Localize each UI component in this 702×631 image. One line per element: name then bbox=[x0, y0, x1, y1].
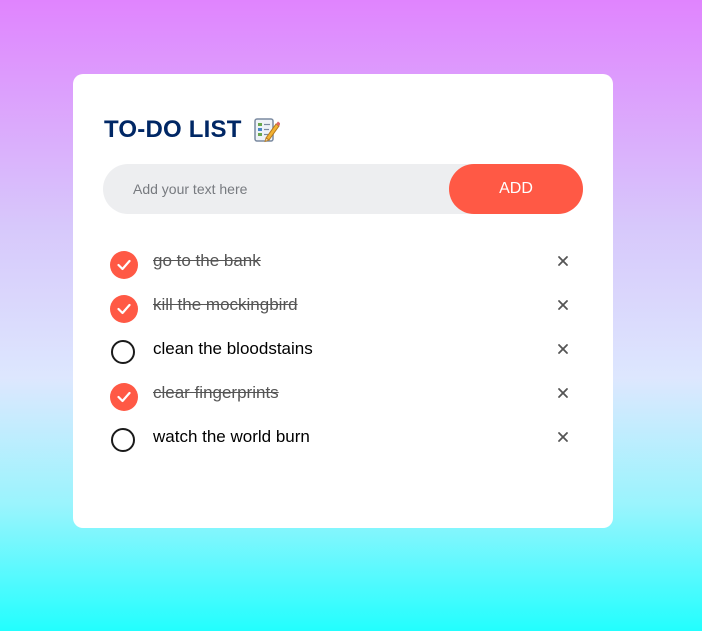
check-circle-icon[interactable] bbox=[110, 383, 138, 411]
task-input[interactable] bbox=[103, 164, 449, 214]
check-circle-icon[interactable] bbox=[110, 295, 138, 323]
task-label[interactable]: clear fingerprints bbox=[153, 383, 279, 403]
close-icon[interactable] bbox=[557, 387, 569, 399]
close-icon[interactable] bbox=[557, 431, 569, 443]
header: TO-DO LIST bbox=[104, 114, 281, 146]
task-item[interactable]: clean the bloodstains bbox=[110, 332, 580, 376]
check-circle-icon[interactable] bbox=[110, 251, 138, 279]
task-label[interactable]: clean the bloodstains bbox=[153, 339, 313, 359]
memo-pencil-icon bbox=[252, 116, 281, 144]
add-task-row: ADD bbox=[103, 164, 583, 214]
empty-circle-icon[interactable] bbox=[111, 428, 135, 452]
task-label[interactable]: watch the world burn bbox=[153, 427, 310, 447]
task-item[interactable]: go to the bank bbox=[110, 244, 580, 288]
task-label[interactable]: kill the mockingbird bbox=[153, 295, 298, 315]
task-list: go to the bank kill the mockingbird clean … bbox=[110, 244, 580, 464]
page-title: TO-DO LIST bbox=[104, 116, 242, 143]
close-icon[interactable] bbox=[557, 255, 569, 267]
todo-card: TO-DO LIST ADD go to the bank kill the mo… bbox=[73, 74, 613, 528]
task-item[interactable]: kill the mockingbird bbox=[110, 288, 580, 332]
close-icon[interactable] bbox=[557, 343, 569, 355]
task-item[interactable]: watch the world burn bbox=[110, 420, 580, 464]
empty-circle-icon[interactable] bbox=[111, 340, 135, 364]
close-icon[interactable] bbox=[557, 299, 569, 311]
add-button[interactable]: ADD bbox=[449, 164, 583, 214]
task-item[interactable]: clear fingerprints bbox=[110, 376, 580, 420]
task-label[interactable]: go to the bank bbox=[153, 251, 261, 271]
